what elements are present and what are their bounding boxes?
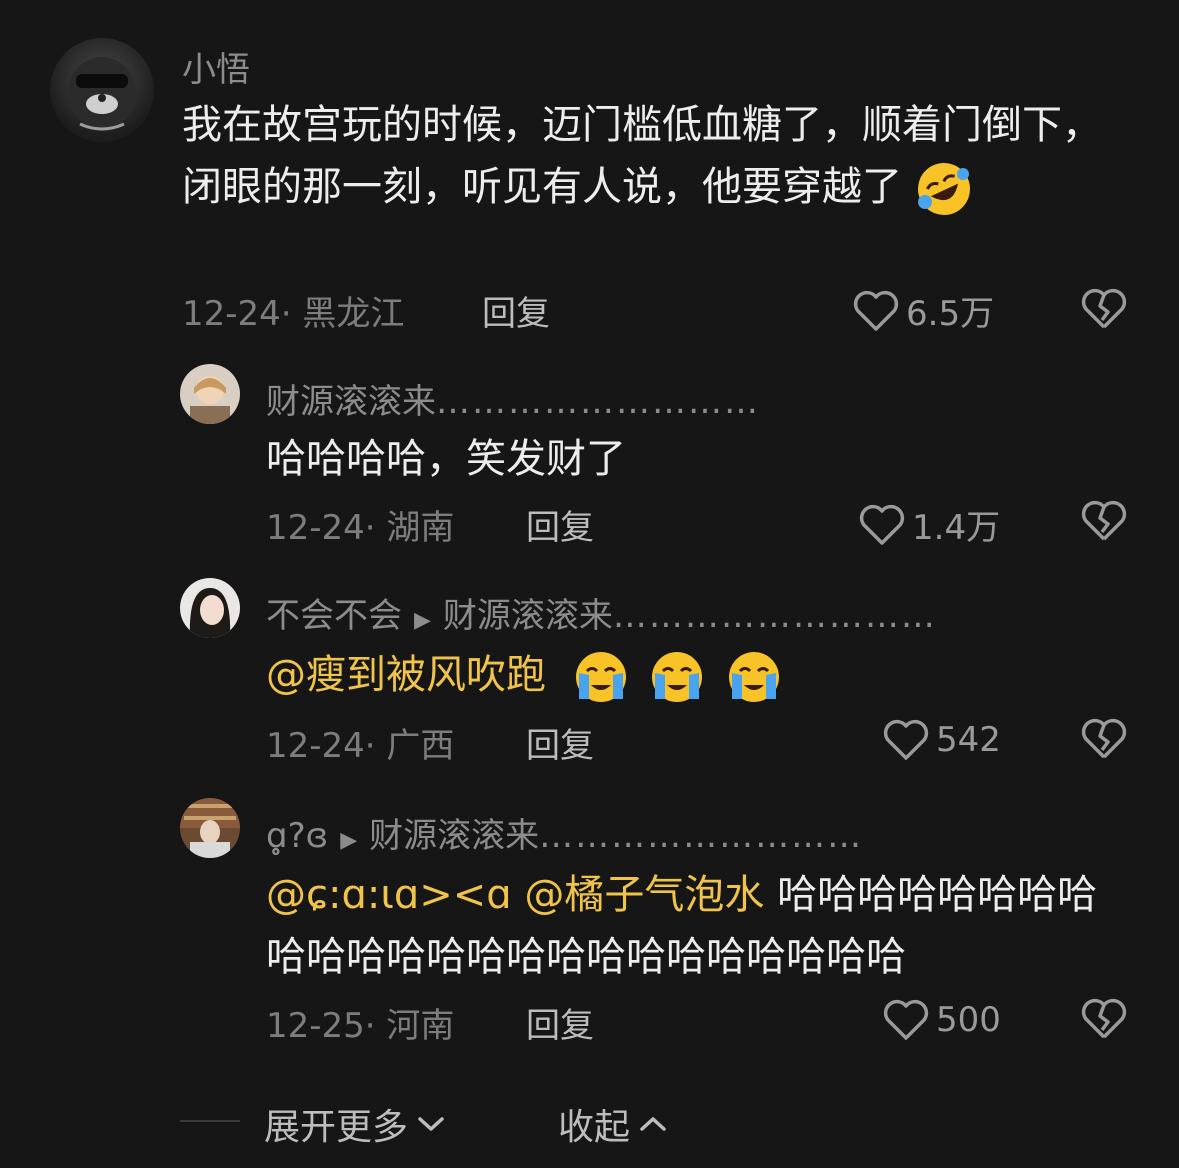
- comment-date: 12-24: [182, 294, 281, 334]
- avatar[interactable]: [180, 798, 240, 858]
- comment-author[interactable]: 小悟: [182, 42, 250, 91]
- dislike-broken-heart-icon[interactable]: [1080, 498, 1128, 544]
- like-count: 1.4万: [912, 508, 1001, 548]
- like-button[interactable]: 6.5万: [852, 286, 994, 335]
- mention-link[interactable]: @ɕ:ɑ:ɩɑ><ɑ: [266, 872, 512, 918]
- dislike-broken-heart-icon[interactable]: [1080, 996, 1128, 1042]
- collapse-label: 收起: [558, 1107, 631, 1148]
- avatar[interactable]: [180, 578, 240, 638]
- comment-location: 广西: [386, 726, 455, 766]
- woman-avatar-image: [189, 588, 231, 638]
- name-truncation-dots: ………………………: [539, 816, 864, 856]
- comment-text: 我在故宫玩的时候，迈门槛低血糖了，顺着门倒下，闭眼的那一刻，听见有人说，他要穿越…: [182, 94, 1102, 218]
- crying-face-emoji-icon: [652, 652, 703, 702]
- girl-avatar-image: [190, 376, 230, 424]
- crying-face-emoji-icon: [729, 652, 780, 702]
- crying-face-emoji-icon: [575, 652, 626, 702]
- reply-author-name: ɑ̥̥̥̥̥̥?ɞ: [266, 816, 329, 856]
- reply-arrow-icon: ▶: [414, 608, 431, 633]
- chevron-up-icon: [640, 1117, 666, 1131]
- like-count: 6.5万: [906, 294, 995, 334]
- reply-button[interactable]: 回复: [526, 718, 594, 767]
- comment-date: 12-24: [266, 508, 365, 548]
- comment-meta: 12-25· 河南: [266, 1006, 455, 1046]
- expand-more-label: 展开更多: [264, 1107, 409, 1148]
- like-button[interactable]: 500: [882, 998, 1001, 1042]
- avatar[interactable]: [50, 38, 154, 142]
- name-truncation-dots: ………………………: [436, 382, 760, 422]
- reply-author[interactable]: 不会不会 ▶ 财源滚滚来………………………: [266, 588, 937, 637]
- comment-location: 黑龙江: [302, 294, 405, 334]
- dislike-broken-heart-icon[interactable]: [1080, 286, 1128, 332]
- reply-to-name: 财源滚滚来: [369, 816, 540, 856]
- heart-icon: [859, 504, 905, 545]
- expand-more-button[interactable]: 展开更多: [264, 1098, 446, 1150]
- reply-text: @ɕ:ɑ:ɩɑ><ɑ @橘子气泡水 哈哈哈哈哈哈哈哈哈哈哈哈哈哈哈哈哈哈哈哈哈哈…: [266, 864, 1106, 988]
- comment-date: 12-25: [266, 1006, 365, 1046]
- cat-avatar-image: [68, 57, 136, 131]
- comment-meta: 12-24· 黑龙江: [182, 294, 405, 334]
- reply-text: @瘦到被风吹跑: [266, 644, 782, 706]
- comment-location: 湖南: [386, 508, 455, 548]
- comment-meta: 12-24· 湖南: [266, 508, 455, 548]
- reply-author-name: 不会不会: [266, 596, 402, 636]
- rofl-emoji-icon: [917, 163, 970, 215]
- reply-to-name: 财源滚滚来: [442, 596, 613, 636]
- library-avatar-image: [180, 798, 240, 858]
- reply-author[interactable]: ɑ̥̥̥̥̥̥?ɞ ▶ 财源滚滚来………………………: [266, 808, 863, 857]
- reply-button[interactable]: 回复: [526, 998, 594, 1047]
- mention-link[interactable]: @瘦到被风吹跑: [266, 652, 546, 698]
- dislike-broken-heart-icon[interactable]: [1080, 716, 1128, 762]
- like-count: 500: [936, 1000, 1001, 1040]
- comment-location: 河南: [386, 1006, 455, 1046]
- chevron-down-icon: [418, 1117, 444, 1131]
- reply-text: 哈哈哈哈，笑发财了: [266, 436, 626, 482]
- heart-icon: [883, 999, 929, 1040]
- avatar[interactable]: [180, 364, 240, 424]
- name-truncation-dots: ………………………: [612, 596, 937, 636]
- reply-author-name: 财源滚滚来: [266, 382, 436, 422]
- reply-arrow-icon: ▶: [340, 828, 358, 853]
- heart-icon: [883, 719, 929, 760]
- footer-divider: [180, 1120, 240, 1122]
- reply-author[interactable]: 财源滚滚来………………………: [266, 374, 760, 423]
- reply-button[interactable]: 回复: [526, 500, 594, 549]
- mention-link[interactable]: @橘子气泡水: [524, 872, 764, 918]
- like-count: 542: [936, 720, 1001, 760]
- comment-date: 12-24: [266, 726, 365, 766]
- like-button[interactable]: 1.4万: [858, 500, 1000, 549]
- comment-meta: 12-24· 广西: [266, 726, 455, 766]
- like-button[interactable]: 542: [882, 718, 1001, 762]
- reply-button[interactable]: 回复: [482, 286, 550, 335]
- heart-icon: [853, 290, 899, 331]
- collapse-button[interactable]: 收起: [558, 1098, 668, 1150]
